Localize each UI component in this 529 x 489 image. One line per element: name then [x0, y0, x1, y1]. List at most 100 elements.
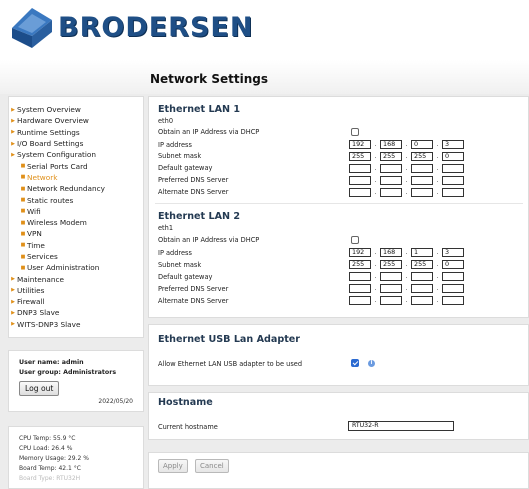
ip-octet-input[interactable]: 192	[349, 248, 371, 257]
octet-separator: .	[436, 284, 439, 292]
sidebar-item[interactable]: ▶ Runtime Settings	[9, 127, 143, 138]
apply-button[interactable]: Apply	[158, 459, 188, 473]
sidebar-item[interactable]: ▶ I/O Board Settings	[9, 138, 143, 149]
ip-octet-input[interactable]	[442, 176, 464, 185]
user-name: User name: admin	[19, 359, 84, 366]
ip-octet-input[interactable]	[380, 284, 402, 293]
sidebar-item-label: Network	[27, 172, 58, 182]
octet-separator: .	[436, 248, 439, 256]
ip-octet-input[interactable]	[349, 272, 371, 281]
octet-separator: .	[405, 260, 408, 268]
ip-octet-input[interactable]: 255	[411, 152, 433, 161]
ip-octet-input[interactable]	[442, 164, 464, 173]
info-icon[interactable]: i	[368, 360, 375, 367]
lan1-dns1-label: Preferred DNS Server	[158, 176, 229, 184]
sidebar-item[interactable]: ▶ Maintenance	[9, 273, 143, 284]
sidebar-item[interactable]: ■ Static routes	[9, 194, 143, 205]
sidebar-item[interactable]: ▶ DNP3 Slave	[9, 307, 143, 318]
ip-octet-input[interactable]	[411, 284, 433, 293]
ip-octet-input[interactable]: 3	[442, 140, 464, 149]
lan2-interface: eth1	[158, 224, 174, 232]
sidebar-item[interactable]: ▶ WITS-DNP3 Slave	[9, 319, 143, 330]
usb-allow-checkbox[interactable]	[351, 359, 359, 367]
ip-octet-input[interactable]: 255	[349, 152, 371, 161]
sidebar-item[interactable]: ■ Wireless Modem	[9, 217, 143, 228]
ip-octet-input[interactable]	[380, 164, 402, 173]
ip-octet-input[interactable]	[349, 188, 371, 197]
sidebar-item[interactable]: ▶ Hardware Overview	[9, 115, 143, 126]
memory-usage: Memory Usage: 29.2 %	[19, 455, 89, 462]
ip-octet-input[interactable]	[349, 176, 371, 185]
lan2-dhcp-checkbox[interactable]	[351, 236, 359, 244]
bullet-arrow-icon: ▶	[11, 140, 15, 147]
sidebar-item-label: Wireless Modem	[27, 218, 87, 228]
ip-octet-input[interactable]: 255	[380, 260, 402, 269]
sidebar-item[interactable]: ▶ Firewall	[9, 296, 143, 307]
bullet-arrow-icon: ■	[20, 219, 26, 226]
ip-octet-input[interactable]	[380, 188, 402, 197]
ip-octet-input[interactable]: 255	[349, 260, 371, 269]
ip-octet-input[interactable]	[411, 164, 433, 173]
octet-separator: .	[374, 272, 377, 280]
sidebar-item-label: System Configuration	[17, 150, 97, 160]
hostname-input[interactable]: RTU32-R	[348, 421, 454, 431]
lan1-dhcp-checkbox[interactable]	[351, 128, 359, 136]
bullet-arrow-icon: ■	[20, 197, 26, 204]
ip-octet-input[interactable]: 255	[411, 260, 433, 269]
sidebar-item[interactable]: ■ Network	[9, 172, 143, 183]
sidebar-item[interactable]: ■ Network Redundancy	[9, 183, 143, 194]
lan1-mask-label: Subnet mask	[158, 152, 202, 160]
ip-octet-input[interactable]	[442, 284, 464, 293]
ip-octet-input[interactable]	[349, 284, 371, 293]
lan2-ip-label: IP address	[158, 249, 192, 257]
hostname-title: Hostname	[158, 397, 213, 408]
sidebar-item-label: User Administration	[27, 263, 100, 273]
sidebar-item[interactable]: ■ Wifi	[9, 206, 143, 217]
ip-octet-input[interactable]	[442, 296, 464, 305]
ip-octet-input[interactable]	[380, 296, 402, 305]
sidebar-item[interactable]: ■ Serial Ports Card	[9, 160, 143, 171]
ip-octet-input[interactable]	[380, 176, 402, 185]
ip-octet-input[interactable]: 255	[380, 152, 402, 161]
sidebar-item[interactable]: ■ VPN	[9, 228, 143, 239]
octet-separator: .	[436, 164, 439, 172]
ip-octet-input[interactable]	[349, 164, 371, 173]
sidebar-item[interactable]: ■ Time	[9, 240, 143, 251]
cancel-button[interactable]: Cancel	[195, 459, 229, 473]
header: BRODERSEN	[0, 0, 529, 60]
sidebar-item-label: Hardware Overview	[17, 116, 89, 126]
lan1-title: Ethernet LAN 1	[158, 104, 241, 115]
sidebar-item-label: Serial Ports Card	[27, 161, 88, 171]
ip-octet-input[interactable]: 168	[380, 248, 402, 257]
sidebar-item[interactable]: ▶ System Overview	[9, 104, 143, 115]
ip-octet-input[interactable]	[411, 272, 433, 281]
octet-separator: .	[436, 176, 439, 184]
ip-octet-input[interactable]: 0	[442, 152, 464, 161]
sidebar-item-label: VPN	[27, 229, 42, 239]
sidebar-item[interactable]: ■ User Administration	[9, 262, 143, 273]
ip-octet-input[interactable]: 1	[411, 248, 433, 257]
sidebar-item[interactable]: ▶ System Configuration	[9, 149, 143, 160]
ip-octet-input[interactable]: 168	[380, 140, 402, 149]
ip-octet-input[interactable]	[380, 272, 402, 281]
ip-octet-input[interactable]: 0	[442, 260, 464, 269]
bullet-arrow-icon: ■	[20, 242, 26, 249]
ip-octet-input[interactable]	[442, 188, 464, 197]
ip-octet-input[interactable]	[411, 176, 433, 185]
bullet-arrow-icon: ▶	[11, 298, 15, 305]
lan1-dns2-field: ...	[349, 188, 464, 197]
ip-octet-input[interactable]	[411, 188, 433, 197]
ip-octet-input[interactable]	[349, 296, 371, 305]
ip-octet-input[interactable]: 192	[349, 140, 371, 149]
sidebar-item[interactable]: ▶ Utilities	[9, 285, 143, 296]
lan2-mask-field: 255. 255. 255. 0	[349, 260, 464, 269]
ip-octet-input[interactable]: 3	[442, 248, 464, 257]
sidebar-nav: ▶ System Overview ▶ Hardware Overview ▶ Runti…	[8, 96, 144, 338]
ip-octet-input[interactable]	[442, 272, 464, 281]
ip-octet-input[interactable]: 0	[411, 140, 433, 149]
action-panel: Apply Cancel	[148, 452, 529, 489]
sidebar-item[interactable]: ■ Services	[9, 251, 143, 262]
ip-octet-input[interactable]	[411, 296, 433, 305]
logout-button[interactable]: Log out	[19, 381, 60, 396]
sidebar-item-label: Network Redundancy	[27, 184, 105, 194]
